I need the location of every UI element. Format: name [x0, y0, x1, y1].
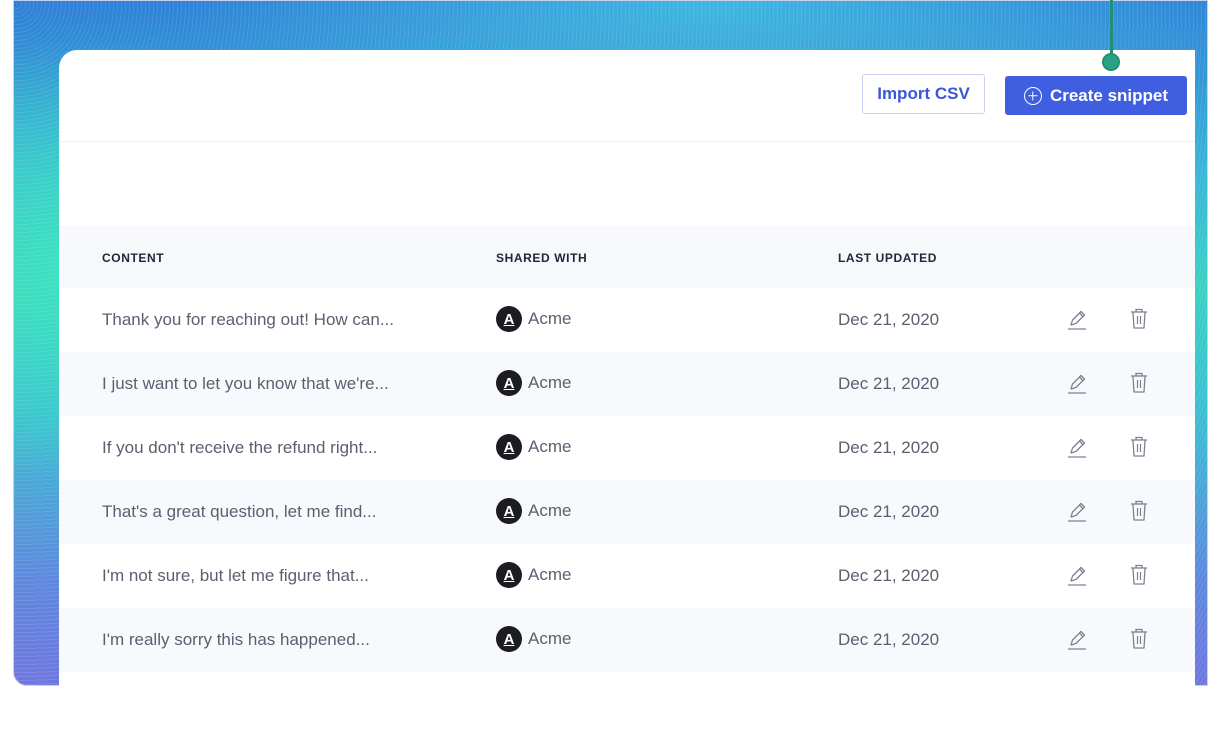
table-row[interactable]: If you don't receive the refund right...…	[59, 416, 1195, 480]
shared-team-label: Acme	[528, 565, 572, 584]
table-row[interactable]: Thank you for reaching out! How can... A A…	[59, 288, 1195, 352]
acme-avatar: A	[496, 370, 522, 396]
table-body: Thank you for reaching out! How can... A A…	[59, 288, 1195, 672]
trash-icon[interactable]	[1128, 626, 1150, 652]
acme-avatar: A	[496, 562, 522, 588]
create-snippet-button[interactable]: Create snippet	[1005, 76, 1187, 115]
acme-avatar: A	[496, 306, 522, 332]
header-content: CONTENT	[102, 251, 165, 265]
row-content: Thank you for reaching out! How can...	[102, 310, 394, 329]
acme-avatar: A	[496, 434, 522, 460]
table-row[interactable]: I'm really sorry this has happened... A Ac…	[59, 608, 1195, 672]
shared-team-label: Acme	[528, 373, 572, 392]
table-row[interactable]: That's a great question, let me find... A…	[59, 480, 1195, 544]
row-shared-with: A Acme	[496, 434, 571, 460]
shared-team-label: Acme	[528, 629, 572, 648]
row-content: I just want to let you know that we're..…	[102, 374, 389, 393]
trash-icon[interactable]	[1128, 370, 1150, 396]
snippets-panel: Import CSV Create snippet CONTENT SHARED…	[59, 50, 1195, 686]
trash-icon[interactable]	[1128, 562, 1150, 588]
create-snippet-label: Create snippet	[1049, 85, 1169, 105]
shared-team-label: Acme	[528, 437, 572, 456]
row-shared-with: A Acme	[496, 370, 571, 396]
row-content: That's a great question, let me find...	[102, 502, 377, 521]
shared-team-label: Acme	[528, 309, 572, 328]
row-content: I'm not sure, but let me figure that...	[102, 566, 369, 585]
row-shared-with: A Acme	[496, 306, 571, 332]
acme-avatar: A	[496, 626, 522, 652]
pencil-icon[interactable]	[1064, 498, 1090, 524]
row-last-updated: Dec 21, 2020	[838, 310, 940, 329]
plus-circle-icon	[1023, 86, 1042, 105]
trash-icon[interactable]	[1128, 306, 1150, 332]
pointer-dot	[1102, 53, 1120, 71]
table-header: CONTENT SHARED WITH LAST UPDATED	[59, 226, 1195, 288]
row-last-updated: Dec 21, 2020	[838, 566, 940, 585]
row-shared-with: A Acme	[496, 562, 571, 588]
acme-avatar: A	[496, 498, 522, 524]
pointer-line	[1110, 0, 1113, 56]
toolbar: Import CSV Create snippet	[59, 50, 1195, 142]
trash-icon[interactable]	[1128, 498, 1150, 524]
row-shared-with: A Acme	[496, 498, 571, 524]
pencil-icon[interactable]	[1064, 562, 1090, 588]
pencil-icon[interactable]	[1064, 370, 1090, 396]
table-row[interactable]: I just want to let you know that we're..…	[59, 352, 1195, 416]
row-last-updated: Dec 21, 2020	[838, 630, 940, 649]
row-shared-with: A Acme	[496, 626, 571, 652]
header-shared-with: SHARED WITH	[496, 251, 588, 265]
pencil-icon[interactable]	[1064, 434, 1090, 460]
row-last-updated: Dec 21, 2020	[838, 438, 940, 457]
row-content: If you don't receive the refund right...	[102, 438, 378, 457]
header-last-updated: LAST UPDATED	[838, 251, 937, 265]
table-row[interactable]: I'm not sure, but let me figure that... A…	[59, 544, 1195, 608]
pencil-icon[interactable]	[1064, 626, 1090, 652]
row-content: I'm really sorry this has happened...	[102, 630, 370, 649]
row-last-updated: Dec 21, 2020	[838, 502, 940, 521]
snippets-table: CONTENT SHARED WITH LAST UPDATED Thank y…	[59, 226, 1195, 672]
import-csv-button[interactable]: Import CSV	[862, 74, 985, 114]
row-last-updated: Dec 21, 2020	[838, 374, 940, 393]
trash-icon[interactable]	[1128, 434, 1150, 460]
shared-team-label: Acme	[528, 501, 572, 520]
pencil-icon[interactable]	[1064, 306, 1090, 332]
